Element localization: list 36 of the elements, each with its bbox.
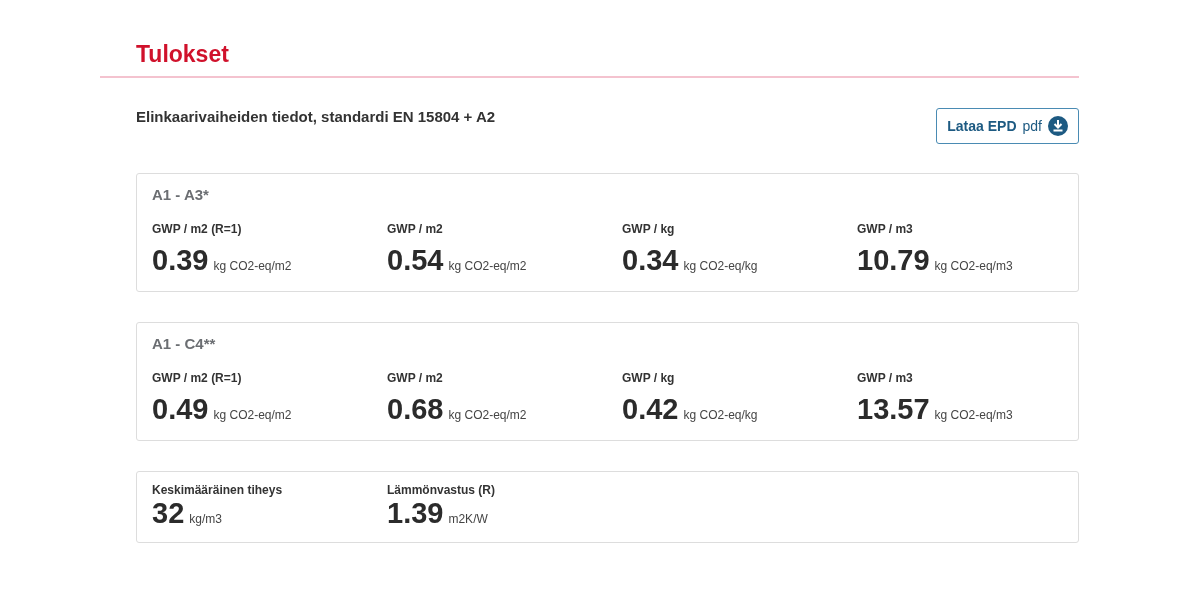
- metric-value: 0.68: [387, 393, 444, 426]
- metric-label: GWP / m3: [857, 222, 914, 236]
- metric-label: Lämmönvastus (R): [387, 483, 497, 497]
- download-button[interactable]: Lataa EPD pdf: [936, 108, 1079, 144]
- page-title: Tulokset: [136, 40, 230, 69]
- metric-label: GWP / m3: [857, 371, 914, 385]
- metric-value: 10.79: [857, 244, 930, 277]
- metric-value: 1.39: [387, 497, 444, 530]
- metric-label: GWP / kg: [622, 222, 676, 236]
- stage-title: A1 - C4**: [152, 335, 217, 352]
- download-icon: [1048, 116, 1068, 136]
- metric-value: 0.49: [152, 393, 209, 426]
- metric-label: Keskimääräinen tiheys: [152, 483, 284, 497]
- metric-unit: kg CO2-eq/m2: [448, 408, 527, 422]
- metric-value: 0.42: [622, 393, 679, 426]
- metric-unit: kg/m3: [189, 512, 222, 526]
- metric-unit: kg CO2-eq/m2: [448, 259, 527, 273]
- section-subtitle: Elinkaarivaiheiden tiedot, standardi EN 15804 + A2: [136, 107, 496, 127]
- metric-unit: kg CO2-eq/kg: [683, 259, 758, 273]
- metric-value: 0.39: [152, 244, 209, 277]
- metric-value: 0.54: [387, 244, 444, 277]
- metric-value: 13.57: [857, 393, 930, 426]
- metric-unit: m2K/W: [448, 512, 488, 526]
- metric-unit: kg CO2-eq/kg: [683, 408, 758, 422]
- metric-label: GWP / m2: [387, 371, 444, 385]
- metric-value: 0.34: [622, 244, 679, 277]
- stage-title: A1 - A3*: [152, 186, 210, 203]
- metric-label: GWP / m2 (R=1): [152, 371, 243, 385]
- metric-label: GWP / kg: [622, 371, 676, 385]
- metric-unit: kg CO2-eq/m2: [213, 259, 292, 273]
- metric-label: GWP / m2 (R=1): [152, 222, 243, 236]
- metric-unit: kg CO2-eq/m3: [934, 408, 1013, 422]
- metric-unit: kg CO2-eq/m3: [934, 259, 1013, 273]
- metric-value: 32: [152, 497, 185, 530]
- metric-label: GWP / m2: [387, 222, 444, 236]
- metric-unit: kg CO2-eq/m2: [213, 408, 292, 422]
